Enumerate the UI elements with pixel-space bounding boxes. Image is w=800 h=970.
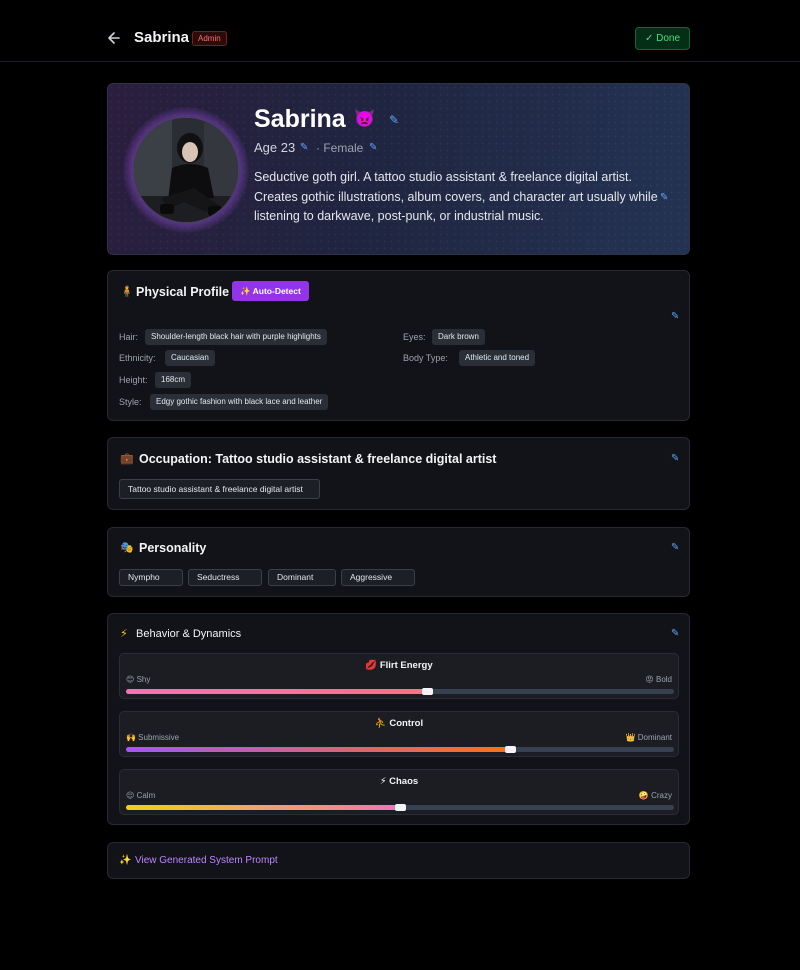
personality-tag[interactable]: Dominant xyxy=(268,569,336,586)
hair-value: Shoulder-length black hair with purple h… xyxy=(145,329,327,345)
hero-name: Sabrina xyxy=(254,105,346,133)
slider-track[interactable] xyxy=(126,804,674,811)
bio-text: Seductive goth girl. A tattoo studio ass… xyxy=(254,170,658,223)
ethnicity-value: Caucasian xyxy=(165,350,215,366)
slider-min-label: 😊 Shy xyxy=(126,675,151,684)
slider-track[interactable] xyxy=(126,688,674,695)
edit-occupation-pencil-icon[interactable]: ✎ xyxy=(671,453,679,465)
age-label: Age 23 xyxy=(254,140,296,155)
slider-fill xyxy=(126,805,400,810)
body-type-value: Athletic and toned xyxy=(459,350,536,366)
style-label: Style: xyxy=(119,397,142,407)
flirt-energy-slider[interactable]: 💋 Flirt Energy 😊 Shy 😡 Bold xyxy=(119,653,679,699)
edit-name-pencil-icon[interactable]: ✎ xyxy=(389,114,399,126)
slider-thumb[interactable] xyxy=(422,688,434,695)
eyes-value: Dark brown xyxy=(432,329,485,345)
view-system-prompt-link[interactable]: View Generated System Prompt xyxy=(135,854,278,868)
slider-fill xyxy=(126,747,510,752)
slider-max-label: 👑 Dominant xyxy=(625,733,672,742)
personality-card: 🎭 Personality ✎ Nympho Seductress Domina… xyxy=(107,527,690,597)
back-arrow-icon[interactable] xyxy=(107,29,121,47)
top-bar: Sabrina Admin ✓ Done xyxy=(0,0,800,62)
chaos-slider[interactable]: ⚡ Chaos 😌 Calm 🤪 Crazy xyxy=(119,769,679,815)
occupation-title: Occupation: Tattoo studio assistant & fr… xyxy=(139,452,497,466)
behavior-card: ⚡ Behavior & Dynamics ✎ 💋 Flirt Energy 😊… xyxy=(107,613,690,825)
personality-tag[interactable]: Aggressive xyxy=(341,569,415,586)
slider-track[interactable] xyxy=(126,746,674,753)
control-slider[interactable]: ⛹ Control 🙌 Submissive 👑 Dominant xyxy=(119,711,679,757)
done-button[interactable]: ✓ Done xyxy=(635,27,690,50)
system-prompt-card[interactable]: ✨ View Generated System Prompt xyxy=(107,842,690,879)
body-type-label: Body Type: xyxy=(403,353,448,363)
physical-profile-card: 🧍 Physical Profile ✨ Auto-Detect ✎ Hair:… xyxy=(107,270,690,421)
edit-personality-pencil-icon[interactable]: ✎ xyxy=(671,542,679,554)
edit-physical-pencil-icon[interactable]: ✎ xyxy=(671,311,679,323)
admin-badge: Admin xyxy=(192,31,227,46)
slider-fill xyxy=(126,689,428,694)
sparkles-icon: ✨ xyxy=(119,855,132,866)
slider-thumb[interactable] xyxy=(504,746,516,753)
height-label: Height: xyxy=(119,375,148,385)
style-value: Edgy gothic fashion with black lace and … xyxy=(150,394,329,410)
slider-min-label: 😌 Calm xyxy=(126,791,156,800)
eyes-label: Eyes: xyxy=(403,332,426,342)
slider-title: 💋 Flirt Energy xyxy=(365,660,433,671)
avatar[interactable] xyxy=(132,116,240,224)
devil-emoji-icon: 👿 xyxy=(354,109,376,128)
edit-bio-pencil-icon[interactable]: ✎ xyxy=(660,192,668,204)
personality-tag[interactable]: Nympho xyxy=(119,569,183,586)
slider-title: ⚡ Chaos xyxy=(379,776,419,787)
slider-max-label: 😡 Bold xyxy=(645,675,672,684)
edit-age-pencil-icon[interactable]: ✎ xyxy=(300,142,308,154)
edit-behavior-pencil-icon[interactable]: ✎ xyxy=(671,628,679,640)
occupation-tag[interactable]: Tattoo studio assistant & freelance digi… xyxy=(119,479,320,499)
personality-title: Personality xyxy=(139,541,207,555)
briefcase-icon: 💼 xyxy=(120,453,134,465)
behavior-title: Behavior & Dynamics xyxy=(136,628,242,640)
masks-icon: 🎭 xyxy=(120,542,134,554)
auto-detect-button[interactable]: ✨ Auto-Detect xyxy=(232,281,309,301)
slider-thumb[interactable] xyxy=(395,804,406,811)
edit-gender-pencil-icon[interactable]: ✎ xyxy=(369,142,377,154)
ethnicity-label: Ethnicity: xyxy=(119,353,156,363)
height-value: 168cm xyxy=(155,372,192,388)
physical-profile-title: Physical Profile xyxy=(136,285,230,299)
lightning-icon: ⚡ xyxy=(120,628,128,640)
occupation-card: 💼 Occupation: Tattoo studio assistant & … xyxy=(107,437,690,510)
slider-max-label: 🤪 Crazy xyxy=(638,791,672,800)
hair-label: Hair: xyxy=(119,332,139,342)
character-name: Sabrina xyxy=(134,29,190,46)
gender-label: · Female xyxy=(316,141,364,155)
slider-min-label: 🙌 Submissive xyxy=(126,733,180,742)
person-icon: 🧍 xyxy=(120,286,134,298)
profile-hero-card: Sabrina 👿 ✎ Age 23 ✎ · Female ✎ Seductiv… xyxy=(107,83,690,255)
personality-tag[interactable]: Seductress xyxy=(188,569,262,586)
slider-title: ⛹ Control xyxy=(374,718,424,729)
